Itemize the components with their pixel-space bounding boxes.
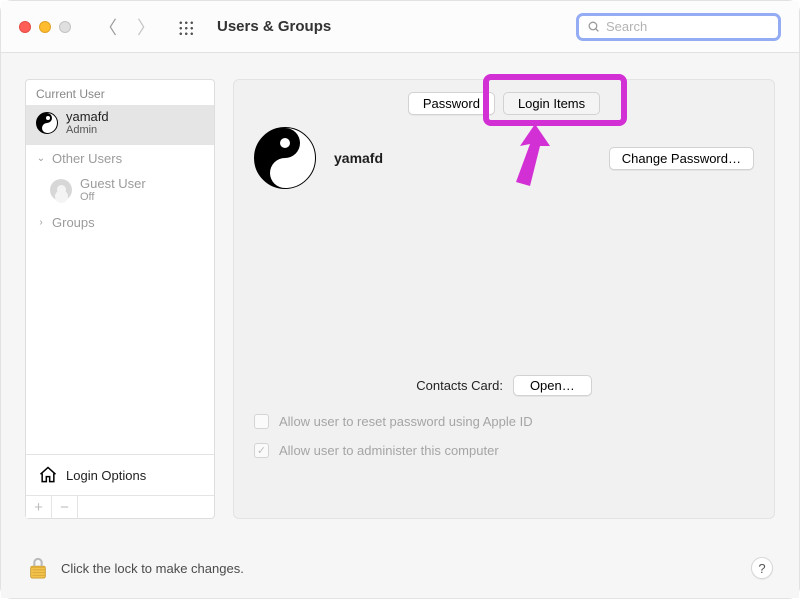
nav-arrows: 〈 〉 (99, 14, 155, 40)
contacts-card-row: Contacts Card: Open… (234, 375, 774, 396)
chevron-down-icon: ⌄ (36, 153, 46, 164)
yinyang-icon (36, 112, 58, 134)
user-avatar-icon[interactable] (254, 127, 316, 189)
user-display-name: yamafd (334, 150, 383, 166)
sidebar-guest-user[interactable]: Guest User Off (26, 172, 214, 209)
search-field[interactable] (576, 13, 781, 41)
guest-user-status: Off (80, 191, 146, 203)
current-user-name: yamafd (66, 109, 109, 124)
sidebar-current-user[interactable]: yamafd Admin (26, 105, 214, 145)
allow-administer-label: Allow user to administer this computer (279, 443, 499, 458)
lock-icon[interactable] (27, 555, 49, 581)
guest-avatar-icon (50, 179, 72, 201)
add-user-button[interactable]: + (26, 496, 52, 518)
groups-section[interactable]: › Groups (26, 209, 214, 236)
other-users-label: Other Users (52, 151, 122, 166)
user-header: yamafd Change Password… (254, 127, 754, 189)
groups-label: Groups (52, 215, 95, 230)
lock-hint-text: Click the lock to make changes. (61, 561, 244, 576)
footer: Click the lock to make changes. ? (1, 538, 799, 598)
change-password-button[interactable]: Change Password… (609, 147, 754, 170)
remove-user-button[interactable]: − (52, 496, 78, 518)
traffic-lights (19, 21, 71, 33)
zoom-window-button[interactable] (59, 21, 71, 33)
current-user-caption: Current User (26, 80, 214, 105)
chevron-right-icon: › (36, 217, 46, 228)
home-icon (38, 465, 58, 485)
tab-password[interactable]: Password (408, 92, 495, 115)
main-panel: Password Login Items yamafd Change Passw… (233, 79, 775, 519)
allow-administer-row[interactable]: Allow user to administer this computer (254, 443, 754, 458)
current-user-role: Admin (66, 124, 109, 136)
window-title: Users & Groups (217, 18, 331, 35)
login-options[interactable]: Login Options (26, 454, 214, 495)
allow-reset-password-label: Allow user to reset password using Apple… (279, 414, 533, 429)
open-contacts-button[interactable]: Open… (513, 375, 592, 396)
allow-reset-password-row[interactable]: Allow user to reset password using Apple… (254, 414, 754, 429)
add-remove-bar: + − (26, 495, 214, 518)
search-input[interactable] (606, 19, 770, 34)
minimize-window-button[interactable] (39, 21, 51, 33)
close-window-button[interactable] (19, 21, 31, 33)
checkbox-unchecked-icon (254, 414, 269, 429)
forward-button[interactable]: 〉 (137, 14, 155, 40)
guest-user-name: Guest User (80, 176, 146, 191)
show-all-icon[interactable] (177, 19, 193, 35)
titlebar: 〈 〉 Users & Groups (1, 1, 799, 53)
checkbox-checked-icon (254, 443, 269, 458)
search-icon (587, 20, 600, 33)
sidebar: Current User yamafd Admin ⌄ Other Users … (25, 79, 215, 519)
help-button[interactable]: ? (751, 557, 773, 579)
body: Current User yamafd Admin ⌄ Other Users … (1, 53, 799, 539)
tab-login-items[interactable]: Login Items (503, 92, 600, 115)
tab-bar: Password Login Items (254, 92, 754, 115)
contacts-card-label: Contacts Card: (416, 378, 503, 393)
other-users-section[interactable]: ⌄ Other Users (26, 145, 214, 172)
login-options-label: Login Options (66, 468, 146, 483)
back-button[interactable]: 〈 (99, 14, 117, 40)
options: Allow user to reset password using Apple… (254, 414, 754, 458)
